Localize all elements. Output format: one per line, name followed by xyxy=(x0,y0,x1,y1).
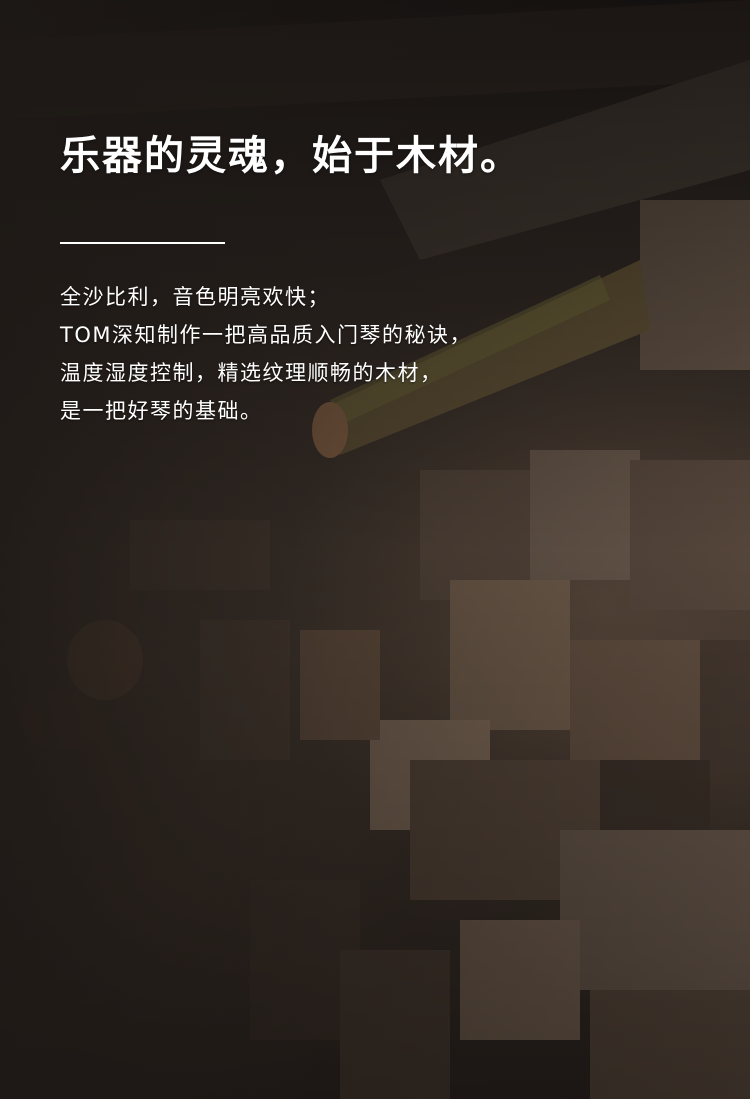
wood-banner: 乐器的灵魂，始于木材。 全沙比利，音色明亮欢快； TOM深知制作一把高品质入门琴… xyxy=(0,0,750,1099)
description-line: 全沙比利，音色明亮欢快； xyxy=(60,285,330,309)
description-line: 温度湿度控制，精选纹理顺畅的木材， xyxy=(60,361,443,385)
title-divider xyxy=(60,242,225,244)
description-text: 全沙比利，音色明亮欢快； TOM深知制作一把高品质入门琴的秘诀， 温度湿度控制，… xyxy=(60,278,472,430)
page-title: 乐器的灵魂，始于木材。 xyxy=(60,133,522,179)
description-line: 是一把好琴的基础。 xyxy=(60,399,263,423)
description-line: TOM深知制作一把高品质入门琴的秘诀， xyxy=(60,323,472,347)
